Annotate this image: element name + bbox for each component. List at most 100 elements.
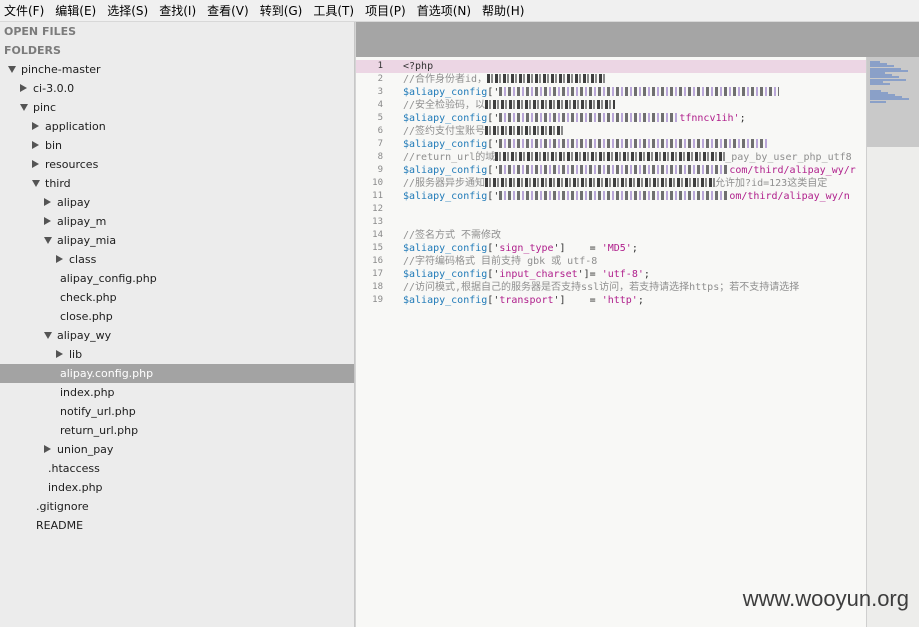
code-line: 10 //服务器异步通知 允许加?id=123这类自定 bbox=[356, 177, 866, 190]
tree-folder[interactable]: alipay bbox=[0, 193, 354, 212]
menu-item-2[interactable]: 选择(S) bbox=[103, 0, 155, 22]
token: //服务器异步通知 bbox=[403, 178, 486, 189]
menu-item-6[interactable]: 工具(T) bbox=[309, 0, 361, 22]
line-number: 16 bbox=[372, 256, 383, 266]
tree-item-label: .gitignore bbox=[36, 500, 89, 513]
tree-folder[interactable]: class bbox=[0, 250, 354, 269]
token: 允许加?id=123这类自定 bbox=[715, 178, 828, 189]
line-number: 15 bbox=[372, 243, 383, 253]
tree-file[interactable]: alipay_config.php bbox=[0, 269, 354, 288]
tree-file[interactable]: return_url.php bbox=[0, 421, 354, 440]
disclosure-open-icon[interactable] bbox=[32, 180, 40, 187]
disclosure-closed-icon[interactable] bbox=[32, 122, 39, 130]
disclosure-closed-icon[interactable] bbox=[32, 141, 39, 149]
tree-folder[interactable]: pinche-master bbox=[0, 60, 354, 79]
token: $aliapy_config bbox=[403, 191, 488, 202]
open-files-header[interactable]: OPEN FILES bbox=[0, 22, 354, 41]
disclosure-closed-icon[interactable] bbox=[56, 350, 63, 358]
token: //安全检验码，以 bbox=[403, 100, 486, 111]
token: [' bbox=[487, 113, 500, 124]
redacted-text bbox=[485, 126, 566, 135]
disclosure-closed-icon[interactable] bbox=[44, 445, 51, 453]
tree-file[interactable]: notify_url.php bbox=[0, 402, 354, 421]
tree-folder[interactable]: lib bbox=[0, 345, 354, 364]
tree-folder[interactable]: third bbox=[0, 174, 354, 193]
token: input_charset bbox=[499, 269, 578, 280]
tree-item-label: pinche-master bbox=[21, 63, 101, 76]
token: '] = bbox=[553, 243, 602, 254]
tree-item-label: notify_url.php bbox=[60, 405, 136, 418]
disclosure-open-icon[interactable] bbox=[44, 332, 52, 339]
menu-item-3[interactable]: 查找(I) bbox=[155, 0, 203, 22]
token: $aliapy_config bbox=[403, 113, 488, 124]
disclosure-open-icon[interactable] bbox=[20, 104, 28, 111]
menu-item-9[interactable]: 帮助(H) bbox=[478, 0, 531, 22]
menu-item-4[interactable]: 查看(V) bbox=[203, 0, 256, 22]
disclosure-closed-icon[interactable] bbox=[56, 255, 63, 263]
code-text: $aliapy_config[' om/third/alipay_wy/n bbox=[403, 190, 850, 203]
tree-folder[interactable]: union_pay bbox=[0, 440, 354, 459]
menu-item-7[interactable]: 项目(P) bbox=[361, 0, 413, 22]
tree-folder[interactable]: application bbox=[0, 117, 354, 136]
disclosure-open-icon[interactable] bbox=[8, 66, 16, 73]
tree-file[interactable]: README bbox=[0, 516, 354, 535]
token: ; bbox=[643, 269, 650, 280]
folders-header[interactable]: FOLDERS bbox=[0, 41, 354, 60]
menu-item-0[interactable]: 文件(F) bbox=[0, 0, 51, 22]
token: $aliapy_config bbox=[403, 269, 488, 280]
tree-file[interactable]: close.php bbox=[0, 307, 354, 326]
line-number: 14 bbox=[372, 230, 383, 240]
tree-folder[interactable]: alipay_m bbox=[0, 212, 354, 231]
redacted-text bbox=[499, 113, 680, 122]
tree-item-label: union_pay bbox=[57, 443, 114, 456]
line-number: 12 bbox=[372, 204, 383, 214]
line-number: 18 bbox=[372, 282, 383, 292]
code-line: 12 bbox=[356, 203, 866, 216]
code-text: //安全检验码，以 bbox=[403, 99, 616, 112]
redacted-text bbox=[499, 165, 730, 174]
disclosure-open-icon[interactable] bbox=[44, 237, 52, 244]
disclosure-closed-icon[interactable] bbox=[20, 84, 27, 92]
tree-item-label: check.php bbox=[60, 291, 117, 304]
line-number: 2 bbox=[377, 74, 383, 84]
tab-bar[interactable] bbox=[356, 22, 919, 57]
token: [' bbox=[487, 269, 500, 280]
tree-item-label: README bbox=[36, 519, 84, 532]
minimap[interactable] bbox=[866, 57, 919, 627]
token: $aliapy_config bbox=[403, 243, 488, 254]
token: [' bbox=[487, 243, 500, 254]
token: ']= bbox=[577, 269, 602, 280]
tree-folder[interactable]: bin bbox=[0, 136, 354, 155]
tree-folder[interactable]: alipay_wy bbox=[0, 326, 354, 345]
tree-file[interactable]: index.php bbox=[0, 478, 354, 497]
token: $aliapy_config bbox=[403, 87, 488, 98]
disclosure-closed-icon[interactable] bbox=[32, 160, 39, 168]
disclosure-closed-icon[interactable] bbox=[44, 217, 51, 225]
tree-item-label: alipay_m bbox=[57, 215, 107, 228]
minimap-line bbox=[870, 83, 890, 85]
tree-folder[interactable]: pinc bbox=[0, 98, 354, 117]
menu-item-5[interactable]: 转到(G) bbox=[256, 0, 310, 22]
tree-folder[interactable]: alipay_mia bbox=[0, 231, 354, 250]
token: '] = bbox=[553, 295, 602, 306]
code-text: $aliapy_config[' tfnncv1ih'; bbox=[403, 112, 746, 125]
tree-file[interactable]: .gitignore bbox=[0, 497, 354, 516]
tree-item-label: alipay_config.php bbox=[60, 272, 157, 285]
code-area[interactable]: 1 <?php 2//合作身份者id， 3 $aliapy_config[' 4//安全检… bbox=[356, 57, 866, 627]
code-text: //字符编码格式 目前支持 gbk 或 utf-8 bbox=[403, 255, 597, 268]
line-number: 5 bbox=[377, 113, 383, 123]
tree-folder[interactable]: ci-3.0.0 bbox=[0, 79, 354, 98]
tree-file[interactable]: index.php bbox=[0, 383, 354, 402]
menu-item-1[interactable]: 编辑(E) bbox=[51, 0, 103, 22]
tree-file[interactable]: alipay.config.php bbox=[0, 364, 354, 383]
code-text: $aliapy_config[' bbox=[403, 138, 770, 151]
token: ; bbox=[637, 295, 644, 306]
tree-folder[interactable]: resources bbox=[0, 155, 354, 174]
tree-file[interactable]: .htaccess bbox=[0, 459, 354, 478]
tree-item-label: alipay_wy bbox=[57, 329, 112, 342]
tree-file[interactable]: check.php bbox=[0, 288, 354, 307]
tree-item-label: class bbox=[69, 253, 97, 266]
menu-item-8[interactable]: 首选项(N) bbox=[413, 0, 478, 22]
disclosure-closed-icon[interactable] bbox=[44, 198, 51, 206]
code-line: 15 $aliapy_config['sign_type'] = 'MD5'; bbox=[356, 242, 866, 255]
